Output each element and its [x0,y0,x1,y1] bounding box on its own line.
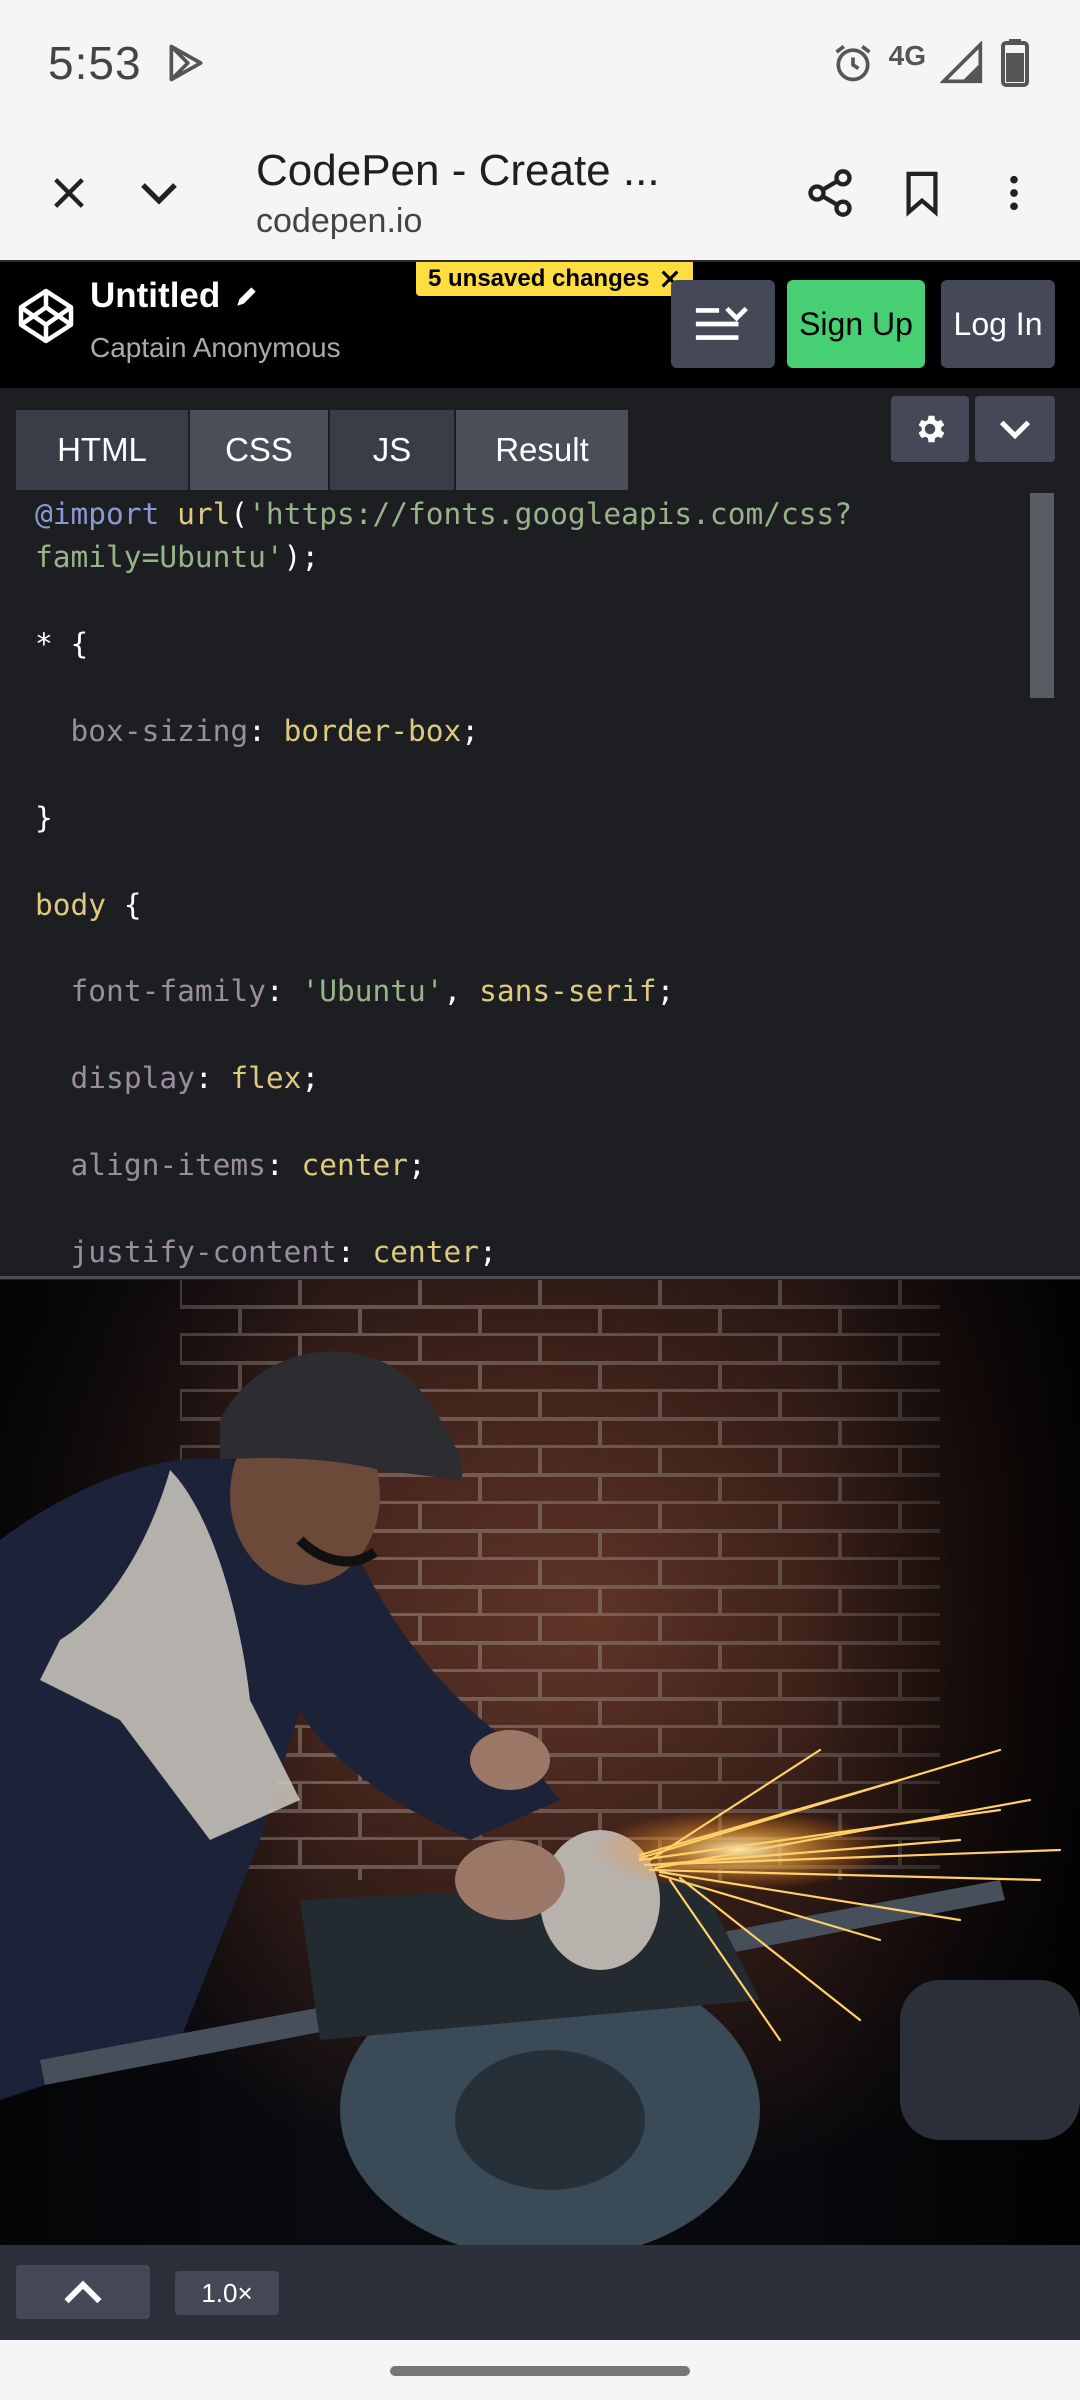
tab-result[interactable]: Result [456,410,628,490]
code-token: @import [35,497,160,531]
bookmark-button[interactable] [876,148,968,238]
close-icon [54,177,84,208]
code-token: box-sizing [70,713,249,748]
code-token: display [70,1061,195,1096]
battery-icon [1001,38,1029,87]
code-token: center [372,1234,480,1269]
editor-scrollbar[interactable] [1030,493,1054,698]
code-token: center [301,1147,409,1182]
share-icon [808,168,852,217]
codepen-header: Untitled Captain Anonymous 5 unsaved cha… [0,260,1080,388]
close-button[interactable] [24,148,114,238]
code-token: family=Ubuntu' [35,540,284,575]
code-token: 'https://fonts.googleapis.com/css? [248,497,853,531]
gesture-handle[interactable] [390,2366,690,2376]
unsaved-changes-label: 5 unsaved changes [428,265,650,292]
page-url: codepen.io [256,201,423,240]
code-token: 'Ubuntu' [301,974,444,1009]
code-line: font-family: 'Ubuntu', sans-serif; [70,974,675,1009]
minimize-button[interactable] [114,148,204,238]
code-line: } [35,800,53,835]
code-editor-panel: HTML CSS JS Result @import url('https://… [0,388,1080,1280]
page-info[interactable]: CodePen - Create ... codepen.io [256,143,660,243]
code-token: font-family [70,974,266,1009]
code-token: flex [230,1061,302,1096]
unsaved-changes-badge[interactable]: 5 unsaved changes [416,262,694,296]
result-photo [0,1280,1080,2245]
network-type: 4G [888,39,926,71]
page-title: CodePen - Create ... [256,145,660,195]
code-token: align-items [70,1147,266,1182]
log-in-button[interactable]: Log In [941,280,1055,368]
browser-toolbar: CodePen - Create ... codepen.io [0,125,1080,260]
code-line: * { [35,627,89,662]
code-line: @import url('https://fonts.googleapis.co… [35,497,853,531]
chevron-down-icon [141,182,177,205]
result-preview[interactable] [0,1280,1080,2245]
code-token: * [35,627,53,662]
editor-divider[interactable] [0,1276,1080,1279]
code-token: justify-content [70,1234,337,1269]
codepen-logo-icon[interactable] [16,286,76,346]
pen-title-text: Untitled [90,276,221,315]
zoom-level-button[interactable]: 1.0× [175,2271,279,2315]
chevron-up-icon [64,2280,102,2304]
tab-js[interactable]: JS [330,410,454,490]
pen-author: Captain Anonymous [90,332,341,363]
more-options-button[interactable] [968,148,1060,238]
code-line: display: flex; [70,1061,320,1096]
editor-bottom-bar: 1.0× [0,2245,1080,2340]
system-navigation [0,2340,1080,2400]
layout-menu-icon [695,306,748,340]
editor-tabs: HTML CSS JS Result [16,410,628,490]
code-line: family=Ubuntu'); [35,540,320,575]
tab-css[interactable]: CSS [190,410,328,490]
chevron-down-icon [999,420,1031,440]
expand-console-button[interactable] [16,2265,150,2319]
editor-collapse-button[interactable] [975,396,1055,462]
gear-icon [918,415,945,443]
code-line: body { [35,887,142,922]
code-token: body [35,887,107,922]
share-button[interactable] [784,148,876,238]
pencil-icon[interactable] [234,283,260,309]
alarm-icon [835,44,871,81]
code-line: justify-content: center; [70,1234,497,1269]
tab-html[interactable]: HTML [16,410,188,490]
pen-title[interactable]: Untitled [90,276,260,316]
status-time: 5:53 [48,36,142,89]
sign-up-button[interactable]: Sign Up [787,280,925,368]
code-line: box-sizing: border-box; [70,713,480,748]
signal-icon [940,40,983,83]
code-token: url [177,497,231,531]
editor-settings-button[interactable] [891,396,969,462]
code-line: align-items: center; [70,1147,426,1182]
status-bar: 5:53 4G [0,0,1080,125]
more-vert-icon [1010,175,1018,210]
change-view-button[interactable] [671,280,775,368]
css-code-area[interactable]: @import url('https://fonts.googleapis.co… [0,493,1064,1280]
code-token: sans-serif [479,974,657,1009]
play-store-icon [169,44,203,81]
bookmark-icon [906,171,938,217]
code-token: border-box [283,713,462,748]
